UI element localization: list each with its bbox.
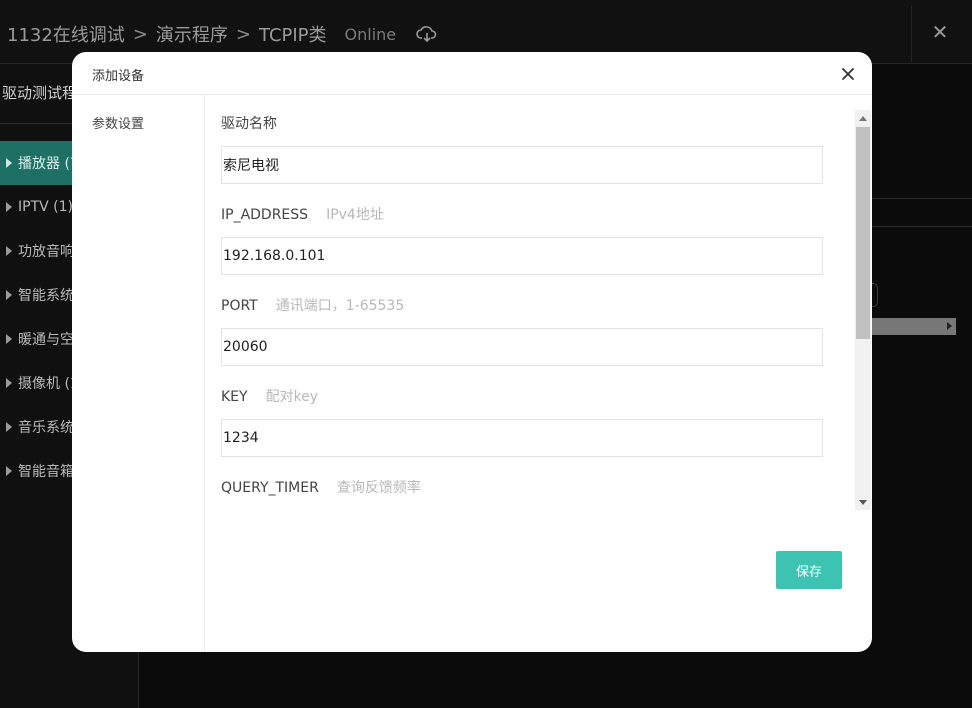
dialog-title: 添加设备 xyxy=(92,69,145,84)
add-device-dialog: 添加设备 参数设置 驱动名称 IP_ADDRESS IPv4地址 PORT 通讯端口… xyxy=(72,52,872,652)
field-name: KEY xyxy=(221,389,248,405)
field-name: 驱动名称 xyxy=(221,116,277,132)
ip-address-input[interactable] xyxy=(221,237,823,275)
field-label: 驱动名称 xyxy=(221,113,823,133)
background-divider xyxy=(872,198,972,199)
field-port: PORT 通讯端口，1-65535 xyxy=(221,295,823,366)
dialog-header: 添加设备 xyxy=(72,52,872,95)
top-divider xyxy=(911,6,912,62)
field-name: IP_ADDRESS xyxy=(221,207,309,223)
field-hint: 查询反馈频率 xyxy=(336,480,421,496)
scroll-down-icon[interactable] xyxy=(859,500,867,505)
breadcrumb-separator: > xyxy=(235,23,251,45)
expand-triangle-icon xyxy=(6,422,12,432)
category-label: 智能系统 xyxy=(18,288,74,304)
dialog-nav: 参数设置 xyxy=(72,95,205,652)
expand-triangle-icon xyxy=(6,466,12,476)
form-scrollbar[interactable] xyxy=(855,110,871,510)
breadcrumb-separator: > xyxy=(132,23,148,45)
field-hint: 配对key xyxy=(265,389,319,405)
field-label: KEY 配对key xyxy=(221,386,823,406)
category-label: IPTV (1) xyxy=(18,199,73,215)
field-name: QUERY_TIMER xyxy=(221,480,319,496)
driver-name-input[interactable] xyxy=(221,146,823,184)
field-label: QUERY_TIMER 查询反馈频率 xyxy=(221,477,823,497)
scroll-right-icon xyxy=(947,322,952,330)
category-label: 音乐系统 xyxy=(18,420,74,436)
parameter-form: 驱动名称 IP_ADDRESS IPv4地址 PORT 通讯端口，1-65535 K… xyxy=(205,110,855,510)
field-query-timer: QUERY_TIMER 查询反馈频率 xyxy=(221,477,823,497)
port-input[interactable] xyxy=(221,328,823,366)
expand-triangle-icon xyxy=(6,290,12,300)
field-ip-address: IP_ADDRESS IPv4地址 xyxy=(221,204,823,275)
scrollbar-thumb[interactable] xyxy=(856,127,870,339)
nav-item-parameter-settings[interactable]: 参数设置 xyxy=(92,113,144,132)
field-name: PORT xyxy=(221,298,258,314)
close-icon[interactable]: ✕ xyxy=(928,20,952,44)
field-driver-name: 驱动名称 xyxy=(221,113,823,184)
field-hint: 通讯端口，1-65535 xyxy=(275,298,405,314)
expand-triangle-icon xyxy=(6,202,12,212)
background-divider xyxy=(872,226,972,227)
expand-triangle-icon xyxy=(6,246,12,256)
field-hint: IPv4地址 xyxy=(326,207,384,223)
breadcrumb-item-category[interactable]: TCPIP类 xyxy=(259,21,327,47)
breadcrumb-item-program[interactable]: 演示程序 xyxy=(156,21,228,47)
expand-triangle-icon xyxy=(6,378,12,388)
category-label: 智能音箱 xyxy=(18,464,74,480)
field-label: IP_ADDRESS IPv4地址 xyxy=(221,204,823,224)
field-key: KEY 配对key xyxy=(221,386,823,457)
expand-triangle-icon xyxy=(6,158,12,168)
expand-triangle-icon xyxy=(6,334,12,344)
field-label: PORT 通讯端口，1-65535 xyxy=(221,295,823,315)
cloud-sync-icon[interactable] xyxy=(416,23,438,45)
key-input[interactable] xyxy=(221,419,823,457)
scroll-up-icon[interactable] xyxy=(859,116,867,121)
save-button[interactable]: 保存 xyxy=(776,551,842,589)
breadcrumb-item-project[interactable]: 1132在线调试 xyxy=(7,21,125,47)
category-label: 功放音响 xyxy=(18,244,74,260)
breadcrumb: 1132在线调试 > 演示程序 > TCPIP类 Online xyxy=(7,20,438,48)
background-scrollbar xyxy=(872,318,956,335)
connection-status: Online xyxy=(344,24,397,44)
dialog-close-icon[interactable] xyxy=(838,64,858,84)
